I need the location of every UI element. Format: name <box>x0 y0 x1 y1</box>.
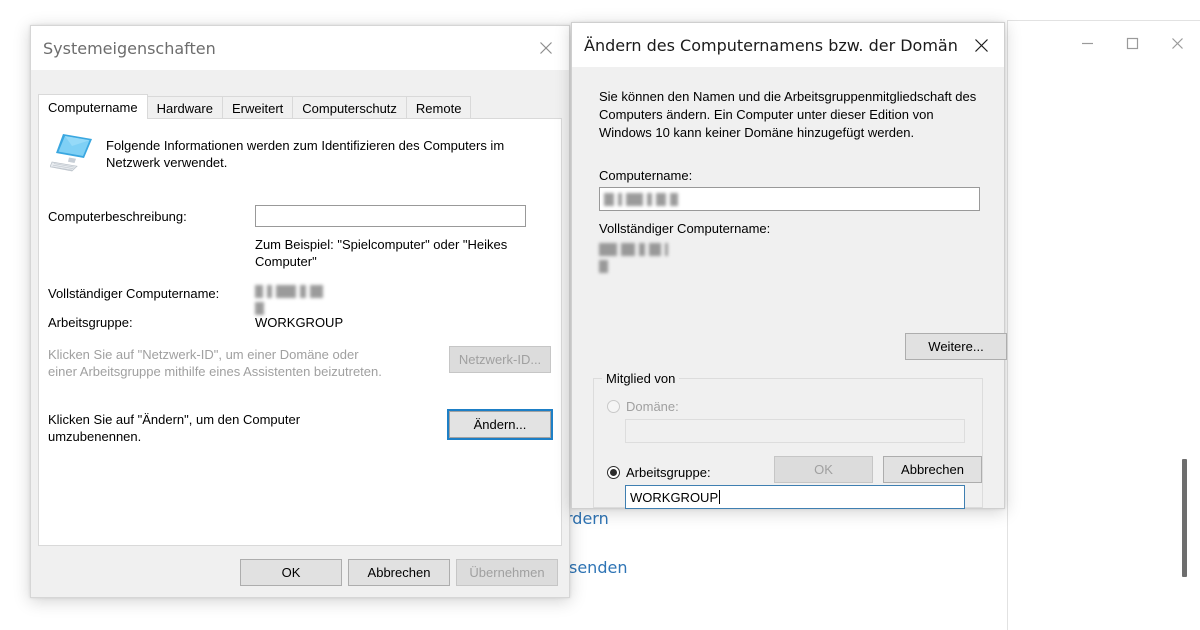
workgroup-input-value: WORKGROUP <box>630 490 718 505</box>
computer-description-input[interactable] <box>255 205 526 227</box>
member-of-legend: Mitglied von <box>602 370 679 387</box>
network-id-button[interactable]: Netzwerk-ID... <box>449 346 551 373</box>
cancel-button[interactable]: Abbrechen <box>883 456 982 483</box>
change-dialog-title: Ändern des Computernamens bzw. der Domän… <box>572 36 958 55</box>
computer-description-hint-row: Zum Beispiel: "Spielcomputer" oder "Heik… <box>48 236 551 270</box>
tab-erweitert[interactable]: Erweitert <box>222 96 293 119</box>
computer-name-input[interactable] <box>599 187 980 211</box>
workgroup-radio-label: Arbeitsgruppe: <box>626 465 711 480</box>
change-dialog-intro: Sie können den Namen und die Arbeitsgrup… <box>599 88 982 142</box>
close-icon[interactable] <box>958 23 1004 67</box>
workgroup-input[interactable]: WORKGROUP <box>625 485 965 509</box>
tab-remote[interactable]: Remote <box>406 96 472 119</box>
ok-button[interactable]: OK <box>774 456 873 483</box>
background-link-rdern[interactable]: rdern <box>566 509 609 528</box>
minimize-icon[interactable] <box>1065 28 1110 58</box>
identification-header: Folgende Informationen werden zum Identi… <box>48 132 547 175</box>
page-title: Systemeigenschaften <box>31 39 523 58</box>
workgroup-label: Arbeitsgruppe: <box>48 314 255 331</box>
computer-monitor-icon <box>48 132 106 175</box>
computer-name-label: Computername: <box>599 167 692 184</box>
workgroup-radio-row[interactable]: Arbeitsgruppe: <box>607 465 711 480</box>
spacer <box>48 236 255 270</box>
background-link-senden[interactable]: senden <box>569 558 627 577</box>
tab-hardware[interactable]: Hardware <box>147 96 223 119</box>
computer-description-label: Computerbeschreibung: <box>48 208 255 225</box>
full-computer-name-value-redacted <box>599 243 681 277</box>
apply-button[interactable]: Übernehmen <box>456 559 558 586</box>
computer-description-row: Computerbeschreibung: <box>48 205 551 227</box>
cancel-button[interactable]: Abbrechen <box>348 559 450 586</box>
background-window-titlebar <box>1008 21 1200 65</box>
scrollbar-thumb[interactable] <box>1182 459 1187 577</box>
tab-computerschutz[interactable]: Computerschutz <box>292 96 407 119</box>
system-properties-footer: OK Abbrechen Übernehmen <box>31 559 558 586</box>
domain-label: Domäne: <box>626 399 679 414</box>
system-properties-titlebar: Systemeigenschaften <box>31 26 569 70</box>
ok-button[interactable]: OK <box>240 559 342 586</box>
network-id-description: Klicken Sie auf "Netzwerk-ID", um einer … <box>48 346 388 380</box>
background-window <box>1007 20 1200 630</box>
change-dialog-body: Sie können den Namen und die Arbeitsgrup… <box>572 67 1004 508</box>
computer-description-hint: Zum Beispiel: "Spielcomputer" oder "Heik… <box>255 236 513 270</box>
radio-button-domain[interactable] <box>607 400 620 413</box>
change-button[interactable]: Ändern... <box>449 411 551 438</box>
member-of-groupbox: Mitglied von Domäne: Arbeitsgruppe: WORK… <box>593 378 983 508</box>
tab-computername[interactable]: Computername <box>38 94 148 119</box>
change-dialog-footer: OK Abbrechen <box>774 456 982 483</box>
domain-radio-row[interactable]: Domäne: <box>607 399 679 414</box>
workgroup-value: WORKGROUP <box>255 314 343 331</box>
identification-header-text: Folgende Informationen werden zum Identi… <box>106 132 547 175</box>
text-caret <box>719 490 720 504</box>
close-icon[interactable] <box>1155 28 1200 58</box>
more-button[interactable]: Weitere... <box>905 333 1007 360</box>
system-properties-body: Computername Hardware Erweitert Computer… <box>31 70 569 597</box>
change-computer-name-dialog: Ändern des Computernamens bzw. der Domän… <box>571 22 1005 509</box>
workgroup-row: Arbeitsgruppe: WORKGROUP <box>48 314 551 331</box>
change-block: Klicken Sie auf "Ändern", um den Compute… <box>48 411 551 445</box>
change-description: Klicken Sie auf "Ändern", um den Compute… <box>48 411 388 445</box>
close-icon[interactable] <box>523 26 569 70</box>
radio-button-workgroup[interactable] <box>607 466 620 479</box>
domain-input[interactable] <box>625 419 965 443</box>
background-scrollbar[interactable] <box>1178 441 1192 601</box>
full-computer-name-label: Vollständiger Computername: <box>599 220 770 237</box>
tab-strip: Computername Hardware Erweitert Computer… <box>38 94 562 119</box>
network-id-block: Klicken Sie auf "Netzwerk-ID", um einer … <box>48 346 551 380</box>
change-dialog-titlebar: Ändern des Computernamens bzw. der Domän… <box>572 23 1004 67</box>
tab-panel-computername: Folgende Informationen werden zum Identi… <box>38 118 562 546</box>
system-properties-dialog: Systemeigenschaften Computername Hardwar… <box>30 25 570 598</box>
maximize-icon[interactable] <box>1110 28 1155 58</box>
